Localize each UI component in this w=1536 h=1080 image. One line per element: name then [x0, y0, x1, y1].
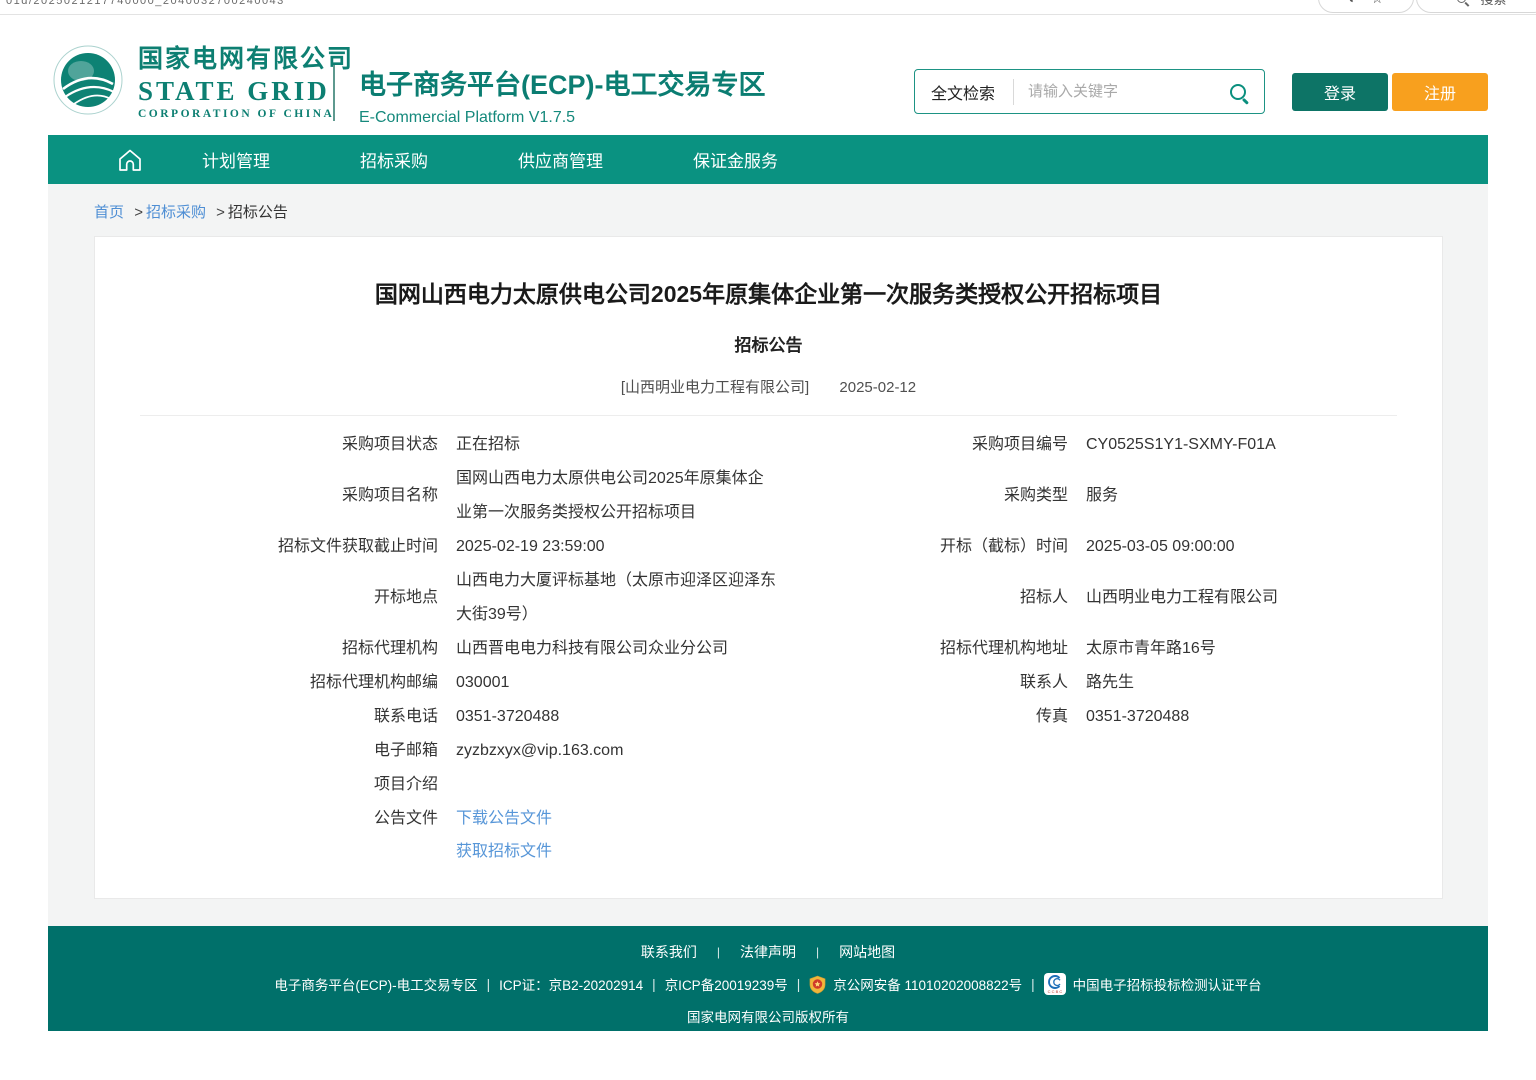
header-divider — [333, 65, 335, 121]
nav-item-bidding-procurement[interactable]: 招标采购 — [360, 147, 428, 172]
login-button[interactable]: 登录 — [1292, 73, 1388, 111]
field-value-agency-zipcode: 030001 — [456, 666, 776, 700]
footer-cert-platform-link[interactable]: 中国电子招标投标检测认证平台 — [1073, 974, 1262, 994]
field-value-procurement-type: 服务 — [1086, 462, 1416, 530]
logo-company-name-en: State Grid — [138, 76, 354, 107]
state-grid-globe-icon — [52, 44, 124, 116]
bookmark-star-icon[interactable]: ☆ — [1371, 0, 1384, 5]
get-bidding-doc-link[interactable]: 获取招标文件 — [456, 835, 776, 868]
browser-toolbar-pill[interactable]: ◐ ☆ — [1318, 0, 1414, 13]
notice-fields: 采购项目状态 正在招标 采购项目编号 CY0525S1Y1-SXMY-F01A … — [95, 428, 1442, 868]
field-value-project-number: CY0525S1Y1-SXMY-F01A — [1086, 428, 1416, 462]
field-value-email: zyzbzxyx@vip.163.com — [456, 734, 776, 768]
field-label: 联系电话 — [121, 700, 438, 734]
field-value-doc-deadline: 2025-02-19 23:59:00 — [456, 530, 776, 564]
footer-legal-notice-link[interactable]: 法律声明 — [740, 942, 796, 962]
field-label: 招标人 — [794, 564, 1068, 632]
platform-title: 电子商务平台(ECP)-电工交易专区 — [359, 63, 766, 102]
footer-sitemap-link[interactable]: 网站地图 — [839, 942, 895, 962]
field-label: 电子邮箱 — [121, 734, 438, 768]
footer-icp-license: ICP证：京B2-20202914 — [499, 974, 643, 994]
main-nav: 计划管理 招标采购 供应商管理 保证金服务 — [48, 135, 1488, 184]
browser-search-pill[interactable]: 搜索 — [1416, 0, 1536, 13]
footer-separator: | — [717, 945, 720, 959]
notice-title: 国网山西电力太原供电公司2025年原集体企业第一次服务类授权公开招标项目 — [95, 275, 1442, 309]
footer-icp-record: 京ICP备20019239号 — [665, 974, 788, 994]
nav-item-supplier-management[interactable]: 供应商管理 — [518, 147, 603, 172]
footer-contact-us-link[interactable]: 联系我们 — [641, 942, 697, 962]
breadcrumb-current: 招标公告 — [228, 204, 288, 221]
notice-date: 2025-02-12 — [839, 379, 916, 396]
search-input[interactable] — [1014, 83, 1230, 100]
platform-subtitle: E-Commercial Platform V1.7.5 — [359, 109, 766, 127]
address-bar-partial-text: 01d/2025021217740000_2040032700240043 — [6, 0, 285, 7]
notice-subtitle: 招标公告 — [95, 331, 1442, 356]
browser-search-label: 搜索 — [1480, 0, 1506, 8]
nav-home-button[interactable] — [115, 145, 145, 175]
field-value-contact-person: 路先生 — [1086, 666, 1416, 700]
field-value-project-intro — [456, 768, 776, 802]
footer-copyright: 国家电网有限公司版权所有 — [48, 1006, 1488, 1026]
site-header: 国家电网有限公司 State Grid CORPORATION OF CHINA… — [0, 15, 1536, 135]
field-value-bid-opening-place: 山西电力大厦评标基地（太原市迎泽区迎泽东大街39号） — [456, 564, 776, 632]
field-label: 联系人 — [794, 666, 1068, 700]
field-label: 招标文件获取截止时间 — [121, 530, 438, 564]
field-value-project-status: 正在招标 — [456, 428, 776, 462]
field-value-tenderer: 山西明业电力工程有限公司 — [1086, 564, 1416, 632]
svg-text:C C B C: C C B C — [1047, 989, 1062, 994]
field-label: 采购类型 — [794, 462, 1068, 530]
footer-public-security-record-link[interactable]: 京公网安备 11010202008822号 — [833, 974, 1022, 994]
police-badge-icon — [809, 975, 826, 994]
field-value-bid-opening-time: 2025-03-05 09:00:00 — [1086, 530, 1416, 564]
field-label: 招标代理机构地址 — [794, 632, 1068, 666]
field-label: 开标地点 — [121, 564, 438, 632]
notice-publisher: [山西明业电力工程有限公司] — [621, 379, 809, 396]
download-announcement-link[interactable]: 下载公告文件 — [456, 802, 776, 835]
logo-company-name-cn: 国家电网有限公司 — [138, 39, 354, 75]
search-icon — [1457, 0, 1466, 3]
notice-meta: [山西明业电力工程有限公司] 2025-02-12 — [95, 376, 1442, 397]
home-icon — [115, 145, 145, 175]
footer-separator: | — [816, 945, 819, 959]
global-search-box: 全文检索 — [914, 69, 1265, 114]
field-label: 传真 — [794, 700, 1068, 734]
field-label: 开标（截标）时间 — [794, 530, 1068, 564]
breadcrumb-separator: > — [134, 204, 143, 221]
field-value-fax: 0351-3720488 — [1086, 700, 1416, 734]
footer-platform-name: 电子商务平台(ECP)-电工交易专区 — [274, 974, 477, 994]
notice-card: 国网山西电力太原供电公司2025年原集体企业第一次服务类授权公开招标项目 招标公… — [94, 236, 1443, 899]
card-divider — [140, 415, 1397, 416]
field-value-agency: 山西晋电电力科技有限公司众业分公司 — [456, 632, 776, 666]
footer-links: 联系我们 | 法律声明 | 网站地图 — [48, 926, 1488, 962]
site-footer: 联系我们 | 法律声明 | 网站地图 电子商务平台(ECP)-电工交易专区 | … — [48, 926, 1488, 1031]
browser-strip: 01d/2025021217740000_2040032700240043 ◐ … — [0, 0, 1536, 15]
field-label: 招标代理机构 — [121, 632, 438, 666]
breadcrumb-home-link[interactable]: 首页 — [94, 204, 124, 221]
notice-document-links: 下载公告文件 获取招标文件 — [456, 802, 776, 868]
content-area: 首页 >招标采购 >招标公告 国网山西电力太原供电公司2025年原集体企业第一次… — [48, 184, 1488, 926]
reader-mode-icon[interactable]: ◐ — [1348, 0, 1356, 5]
field-label: 招标代理机构邮编 — [121, 666, 438, 700]
ccibc-cert-icon: C C B C — [1044, 973, 1066, 995]
breadcrumb: 首页 >招标采购 >招标公告 — [48, 184, 1488, 236]
nav-item-plan-management[interactable]: 计划管理 — [202, 147, 270, 172]
breadcrumb-bidding-link[interactable]: 招标采购 — [146, 204, 206, 221]
field-value-agency-address: 太原市青年路16号 — [1086, 632, 1416, 666]
footer-registration-line: 电子商务平台(ECP)-电工交易专区 | ICP证：京B2-20202914 |… — [48, 973, 1488, 995]
search-scope-selector[interactable]: 全文检索 — [915, 80, 1013, 104]
state-grid-logo: 国家电网有限公司 State Grid CORPORATION OF CHINA — [52, 39, 354, 120]
search-icon[interactable] — [1230, 84, 1246, 100]
breadcrumb-separator: > — [216, 204, 225, 221]
field-value-project-name: 国网山西电力太原供电公司2025年原集体企业第一次服务类授权公开招标项目 — [456, 462, 776, 530]
register-button[interactable]: 注册 — [1392, 73, 1488, 111]
nav-item-deposit-service[interactable]: 保证金服务 — [693, 147, 778, 172]
field-label: 项目介绍 — [121, 768, 438, 802]
field-value-phone: 0351-3720488 — [456, 700, 776, 734]
field-label: 采购项目状态 — [121, 428, 438, 462]
field-label: 公告文件 — [121, 802, 438, 868]
field-label: 采购项目编号 — [794, 428, 1068, 462]
logo-company-sub-en: CORPORATION OF CHINA — [138, 108, 354, 120]
field-label: 采购项目名称 — [121, 462, 438, 530]
